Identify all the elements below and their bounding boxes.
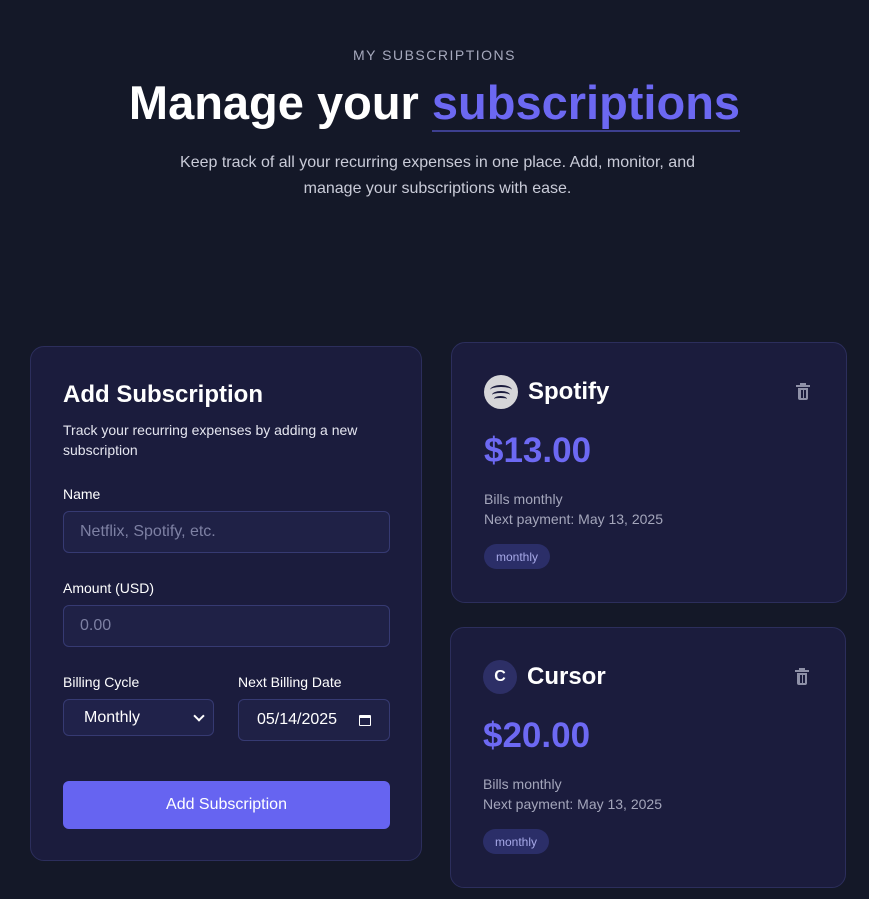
billing-cycle-select[interactable]: Monthly [63, 699, 214, 736]
name-label: Name [63, 486, 101, 502]
letter-avatar-icon: C [483, 660, 517, 694]
name-input[interactable] [63, 511, 390, 553]
subscription-card-spotify: Spotify $13.00 Bills monthly Next paymen… [451, 342, 847, 603]
page-subtitle: Keep track of all your recurring expense… [180, 154, 695, 197]
billing-cycle-label: Billing Cycle [63, 674, 140, 690]
subscription-price: $13.00 [484, 431, 592, 470]
subscription-name: Spotify [528, 378, 610, 405]
title-prefix: Manage your [128, 76, 419, 129]
billing-frequency: Bills monthly [483, 776, 562, 792]
next-billing-date-label: Next Billing Date [238, 674, 342, 690]
add-subscription-card: Add Subscription Track your recurring ex… [30, 346, 422, 861]
subscription-price: $20.00 [483, 716, 591, 755]
subscription-card-cursor: C Cursor $20.00 Bills monthly Next payme… [450, 627, 846, 888]
trash-icon[interactable] [796, 383, 810, 400]
next-payment: Next payment: May 13, 2025 [483, 796, 662, 812]
next-payment: Next payment: May 13, 2025 [484, 511, 663, 527]
amount-label: Amount (USD) [63, 580, 155, 596]
calendar-icon[interactable] [359, 714, 371, 726]
cycle-badge: monthly [483, 829, 550, 854]
title-accent: subscriptions [431, 76, 741, 132]
spotify-logo-icon [484, 375, 518, 409]
chevron-down-icon [193, 709, 205, 722]
form-description: Track your recurring expenses by adding … [63, 422, 358, 458]
page-title: Manage your subscriptions [0, 75, 869, 132]
subscription-name: Cursor [527, 663, 606, 690]
billing-frequency: Bills monthly [484, 491, 563, 507]
form-title: Add Subscription [63, 381, 263, 408]
trash-icon[interactable] [795, 668, 809, 685]
section-eyebrow: MY SUBSCRIPTIONS [353, 47, 516, 63]
cycle-badge: monthly [484, 544, 551, 569]
billing-cycle-value: Monthly [84, 708, 141, 726]
date-value: 05/14/2025 [257, 711, 338, 728]
amount-input[interactable] [63, 605, 390, 647]
next-billing-date-input[interactable]: 05/14/2025 [238, 699, 390, 741]
add-subscription-button[interactable]: Add Subscription [63, 781, 390, 829]
